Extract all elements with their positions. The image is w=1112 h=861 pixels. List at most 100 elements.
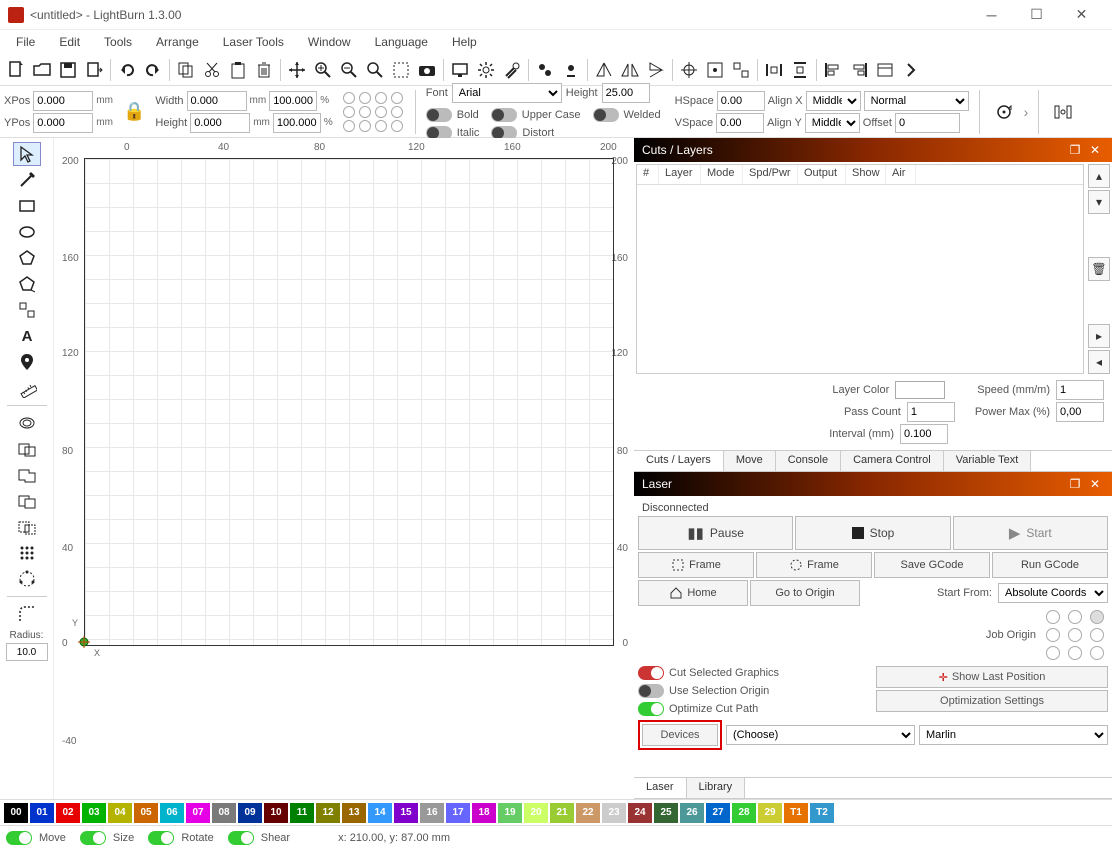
hspace-input[interactable] — [717, 91, 765, 111]
minimize-button[interactable]: ─ — [969, 1, 1014, 29]
bold-toggle[interactable] — [426, 108, 452, 122]
job-origin-grid[interactable] — [1046, 610, 1108, 660]
new-icon[interactable] — [4, 58, 28, 82]
ungroup-icon[interactable] — [559, 58, 583, 82]
palette-swatch-12[interactable]: 12 — [316, 803, 340, 823]
menu-help[interactable]: Help — [440, 31, 489, 53]
palette-swatch-15[interactable]: 15 — [394, 803, 418, 823]
mirror-icon[interactable] — [618, 58, 642, 82]
tab-console[interactable]: Console — [776, 451, 841, 471]
group-icon[interactable] — [533, 58, 557, 82]
align-center-icon[interactable] — [677, 58, 701, 82]
tab-laser[interactable]: Laser — [634, 778, 687, 798]
undock-icon[interactable]: ❐ — [1066, 141, 1084, 159]
alignx-select[interactable]: Middle — [806, 91, 861, 111]
palette-swatch-08[interactable]: 08 — [212, 803, 236, 823]
zoom-out-icon[interactable] — [337, 58, 361, 82]
powermax-input[interactable] — [1056, 402, 1104, 422]
palette-swatch-09[interactable]: 09 — [238, 803, 262, 823]
size-toggle[interactable] — [80, 831, 106, 845]
use-sel-origin-toggle[interactable] — [638, 684, 664, 698]
palette-swatch-19[interactable]: 19 — [498, 803, 522, 823]
vspace-input[interactable] — [716, 113, 764, 133]
tab-camera-control[interactable]: Camera Control — [841, 451, 944, 471]
devices-button[interactable]: Devices — [642, 724, 718, 746]
layer-up-button[interactable]: ▴ — [1088, 164, 1110, 188]
font-height-input[interactable] — [602, 83, 650, 103]
device-machine-select[interactable]: Marlin — [919, 725, 1108, 745]
palette-swatch-T2[interactable]: T2 — [810, 803, 834, 823]
pause-button[interactable]: ▮▮Pause — [638, 516, 793, 550]
select-tool[interactable] — [13, 142, 41, 166]
palette-swatch-22[interactable]: 22 — [576, 803, 600, 823]
palette-swatch-23[interactable]: 23 — [602, 803, 626, 823]
cut-icon[interactable] — [200, 58, 224, 82]
start-button[interactable]: ▶Start — [953, 516, 1108, 550]
rotate-toggle[interactable] — [148, 831, 174, 845]
pan-icon[interactable] — [285, 58, 309, 82]
grid-array-tool[interactable] — [13, 541, 41, 565]
menu-tools[interactable]: Tools — [92, 31, 144, 53]
radial-array-tool[interactable] — [13, 567, 41, 591]
font-select[interactable]: Arial — [452, 83, 562, 103]
menu-window[interactable]: Window — [296, 31, 363, 53]
optimize-cut-toggle[interactable] — [638, 702, 664, 716]
palette-swatch-05[interactable]: 05 — [134, 803, 158, 823]
position-tool[interactable] — [13, 350, 41, 374]
paste-icon[interactable] — [226, 58, 250, 82]
draw-line-tool[interactable] — [13, 168, 41, 192]
palette-swatch-26[interactable]: 26 — [680, 803, 704, 823]
palette-swatch-28[interactable]: 28 — [732, 803, 756, 823]
boolean-subtract-tool[interactable] — [13, 489, 41, 513]
anchor-grid[interactable] — [343, 92, 405, 132]
chevron-right-icon[interactable]: › — [1024, 104, 1029, 120]
menu-file[interactable]: File — [4, 31, 47, 53]
undock-laser-icon[interactable]: ❐ — [1066, 475, 1084, 493]
dock-right-icon[interactable] — [1049, 98, 1077, 126]
frame-circle-button[interactable]: Frame — [756, 552, 872, 578]
stop-button[interactable]: Stop — [795, 516, 950, 550]
upper-toggle[interactable] — [491, 108, 517, 122]
measure-tool[interactable] — [13, 376, 41, 400]
import-icon[interactable] — [82, 58, 106, 82]
palette-swatch-04[interactable]: 04 — [108, 803, 132, 823]
home-button[interactable]: Home — [638, 580, 748, 606]
settings-icon[interactable] — [474, 58, 498, 82]
align-right-icon[interactable] — [847, 58, 871, 82]
ypos-input[interactable] — [33, 113, 93, 133]
tab-cuts-layers[interactable]: Cuts / Layers — [634, 451, 724, 471]
height-input[interactable] — [190, 113, 250, 133]
flip-h-icon[interactable] — [592, 58, 616, 82]
edit-nodes-tool[interactable] — [13, 298, 41, 322]
boolean-intersect-tool[interactable] — [13, 515, 41, 539]
align-left-icon[interactable] — [821, 58, 845, 82]
device-settings-icon[interactable] — [500, 58, 524, 82]
corner-radius-tool[interactable] — [13, 602, 41, 626]
tab-variable-text[interactable]: Variable Text — [944, 451, 1032, 471]
close-laser-icon[interactable]: ✕ — [1086, 475, 1104, 493]
distribute-h-icon[interactable] — [762, 58, 786, 82]
maximize-button[interactable]: ☐ — [1014, 1, 1059, 29]
palette-swatch-06[interactable]: 06 — [160, 803, 184, 823]
palette-swatch-07[interactable]: 07 — [186, 803, 210, 823]
passcount-input[interactable] — [907, 402, 955, 422]
preview-icon[interactable] — [448, 58, 472, 82]
aligny-select[interactable]: Middle — [805, 113, 860, 133]
palette-swatch-20[interactable]: 20 — [524, 803, 548, 823]
close-panel-icon[interactable]: ✕ — [1086, 141, 1104, 159]
palette-swatch-02[interactable]: 02 — [56, 803, 80, 823]
layer-color-swatch[interactable] — [895, 381, 945, 399]
palette-swatch-25[interactable]: 25 — [654, 803, 678, 823]
weld-tool[interactable] — [13, 437, 41, 461]
speed-input[interactable] — [1056, 380, 1104, 400]
polygon-tool[interactable] — [13, 246, 41, 270]
palette-swatch-01[interactable]: 01 — [30, 803, 54, 823]
flip-v-icon[interactable] — [644, 58, 668, 82]
palette-swatch-14[interactable]: 14 — [368, 803, 392, 823]
palette-swatch-24[interactable]: 24 — [628, 803, 652, 823]
palette-swatch-29[interactable]: 29 — [758, 803, 782, 823]
text-mode-select[interactable]: Normal — [864, 91, 969, 111]
interval-input[interactable] — [900, 424, 948, 444]
redo-icon[interactable] — [141, 58, 165, 82]
layer-right-button[interactable]: ▸ — [1088, 324, 1110, 348]
